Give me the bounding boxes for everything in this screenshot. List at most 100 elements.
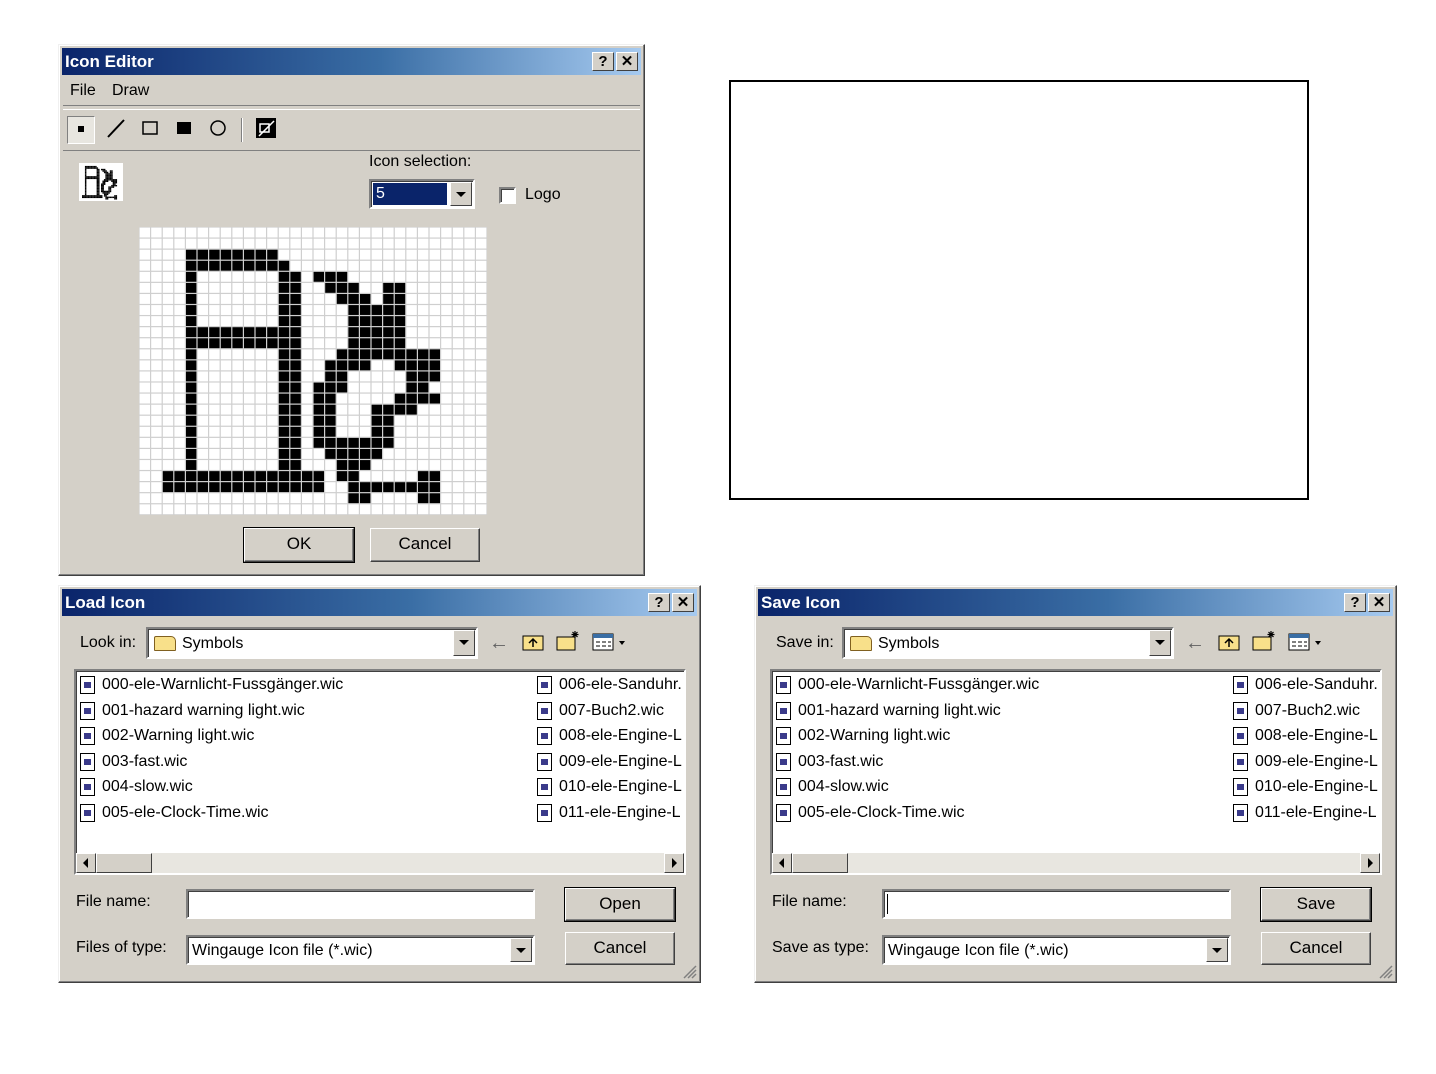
ellipse-tool-icon[interactable] (205, 116, 231, 142)
file-name-input[interactable] (882, 889, 1231, 919)
chevron-down-icon[interactable] (453, 630, 475, 656)
file-item[interactable]: 004-slow.wic (78, 775, 193, 799)
file-item[interactable]: 009-ele-Engine-L (535, 750, 682, 774)
pixel-on (325, 415, 336, 426)
scroll-thumb[interactable] (96, 853, 152, 873)
scroll-left-button[interactable] (76, 853, 96, 873)
scroll-right-button[interactable] (1360, 853, 1380, 873)
close-button[interactable]: ✕ (616, 52, 638, 71)
pixel-off (441, 227, 452, 238)
resize-grip-icon[interactable] (1377, 963, 1393, 979)
resize-grip-icon[interactable] (681, 963, 697, 979)
help-button[interactable]: ? (592, 52, 614, 71)
file-item[interactable]: 008-ele-Engine-L (1231, 724, 1378, 748)
scroll-left-button[interactable] (772, 853, 792, 873)
pixel-off (452, 327, 464, 338)
preview-pixel (98, 190, 100, 193)
file-item[interactable]: 001-hazard warning light.wic (774, 699, 1001, 723)
pixel-off (325, 249, 336, 260)
rect-outline-tool-icon[interactable] (137, 116, 163, 142)
horizontal-scrollbar[interactable] (76, 853, 684, 873)
preview-pixel (103, 193, 106, 196)
file-item[interactable]: 011-ele-Engine-L (535, 801, 681, 825)
pixel-on (302, 482, 313, 493)
pixel-off (406, 316, 417, 327)
wic-file-icon (537, 752, 552, 771)
file-item[interactable]: 007-Buch2.wic (1231, 699, 1360, 723)
pixel-off (220, 238, 232, 249)
pixel-grid[interactable] (139, 227, 487, 515)
load-titlebar[interactable]: Load Icon ? ✕ (62, 589, 697, 616)
files-of-type-dropdown[interactable]: Wingauge Icon file (*.wic) (186, 935, 535, 965)
preview-pixel (82, 196, 84, 199)
file-item[interactable]: 005-ele-Clock-Time.wic (774, 801, 965, 825)
help-button[interactable]: ? (1344, 593, 1366, 612)
file-item[interactable]: 010-ele-Engine-L (535, 775, 682, 799)
view-menu-icon[interactable] (1287, 631, 1325, 658)
back-icon[interactable]: ← (1185, 632, 1205, 655)
close-button[interactable]: ✕ (1368, 593, 1390, 612)
scroll-thumb[interactable] (792, 853, 848, 873)
icon-selection-dropdown[interactable]: 5 (369, 179, 475, 209)
help-button[interactable]: ? (648, 593, 670, 612)
pixel-off (429, 327, 440, 338)
save-button[interactable]: Save (1260, 887, 1372, 922)
new-folder-icon[interactable] (1251, 629, 1277, 658)
file-item[interactable]: 006-ele-Sanduhr. (535, 673, 682, 697)
chevron-down-icon[interactable] (510, 938, 532, 962)
invert-tool-icon[interactable] (253, 116, 279, 142)
horizontal-scrollbar[interactable] (772, 853, 1380, 873)
file-item[interactable]: 000-ele-Warnlicht-Fussgänger.wic (78, 673, 343, 697)
file-item[interactable]: 004-slow.wic (774, 775, 889, 799)
rect-filled-tool-icon[interactable] (171, 116, 197, 142)
file-item[interactable]: 010-ele-Engine-L (1231, 775, 1378, 799)
save-as-type-dropdown[interactable]: Wingauge Icon file (*.wic) (882, 935, 1231, 965)
pixel-off (151, 238, 162, 249)
icon-editor-titlebar[interactable]: Icon Editor ? ✕ (62, 48, 641, 75)
pixel-tool-icon[interactable] (67, 116, 95, 144)
file-item[interactable]: 005-ele-Clock-Time.wic (78, 801, 269, 825)
chevron-down-icon[interactable] (1149, 630, 1171, 656)
look-in-dropdown[interactable]: Symbols (146, 627, 478, 659)
file-item[interactable]: 006-ele-Sanduhr. (1231, 673, 1378, 697)
close-button[interactable]: ✕ (672, 593, 694, 612)
pixel-off (336, 238, 348, 249)
menu-file[interactable]: File (70, 77, 96, 105)
file-item[interactable]: 002-Warning light.wic (774, 724, 950, 748)
pixel-off (209, 227, 220, 238)
file-item[interactable]: 003-fast.wic (774, 750, 883, 774)
cancel-button[interactable]: Cancel (370, 528, 480, 562)
view-menu-icon[interactable] (591, 631, 629, 658)
save-titlebar[interactable]: Save Icon ? ✕ (758, 589, 1393, 616)
file-list[interactable]: 000-ele-Warnlicht-Fussgänger.wic 001-haza… (74, 669, 686, 875)
cancel-button[interactable]: Cancel (565, 932, 675, 965)
file-list[interactable]: 000-ele-Warnlicht-Fussgänger.wic 001-haza… (770, 669, 1382, 875)
menu-draw[interactable]: Draw (112, 77, 149, 105)
up-folder-icon[interactable] (1217, 631, 1241, 658)
chevron-down-icon[interactable] (1206, 938, 1228, 962)
file-item[interactable]: 008-ele-Engine-L (535, 724, 682, 748)
file-item[interactable]: 003-fast.wic (78, 750, 187, 774)
chevron-down-icon[interactable] (450, 182, 472, 206)
cancel-button[interactable]: Cancel (1261, 932, 1371, 965)
file-item[interactable]: 007-Buch2.wic (535, 699, 664, 723)
logo-checkbox[interactable] (499, 187, 516, 204)
pixel-off (197, 316, 208, 327)
file-item[interactable]: 000-ele-Warnlicht-Fussgänger.wic (774, 673, 1039, 697)
pixel-on (244, 260, 255, 271)
back-icon[interactable]: ← (489, 632, 509, 655)
file-item[interactable]: 009-ele-Engine-L (1231, 750, 1378, 774)
pixel-off (406, 227, 417, 238)
file-item[interactable]: 002-Warning light.wic (78, 724, 254, 748)
save-in-dropdown[interactable]: Symbols (842, 627, 1174, 659)
scroll-right-button[interactable] (664, 853, 684, 873)
file-item[interactable]: 011-ele-Engine-L (1231, 801, 1377, 825)
new-folder-icon[interactable] (555, 629, 581, 658)
up-folder-icon[interactable] (521, 631, 545, 658)
ok-button[interactable]: OK (243, 527, 355, 563)
open-button[interactable]: Open (564, 887, 676, 922)
file-item[interactable]: 001-hazard warning light.wic (78, 699, 305, 723)
pixel-off (302, 449, 313, 459)
file-name-input[interactable] (186, 889, 535, 919)
line-tool-icon[interactable] (103, 116, 129, 142)
